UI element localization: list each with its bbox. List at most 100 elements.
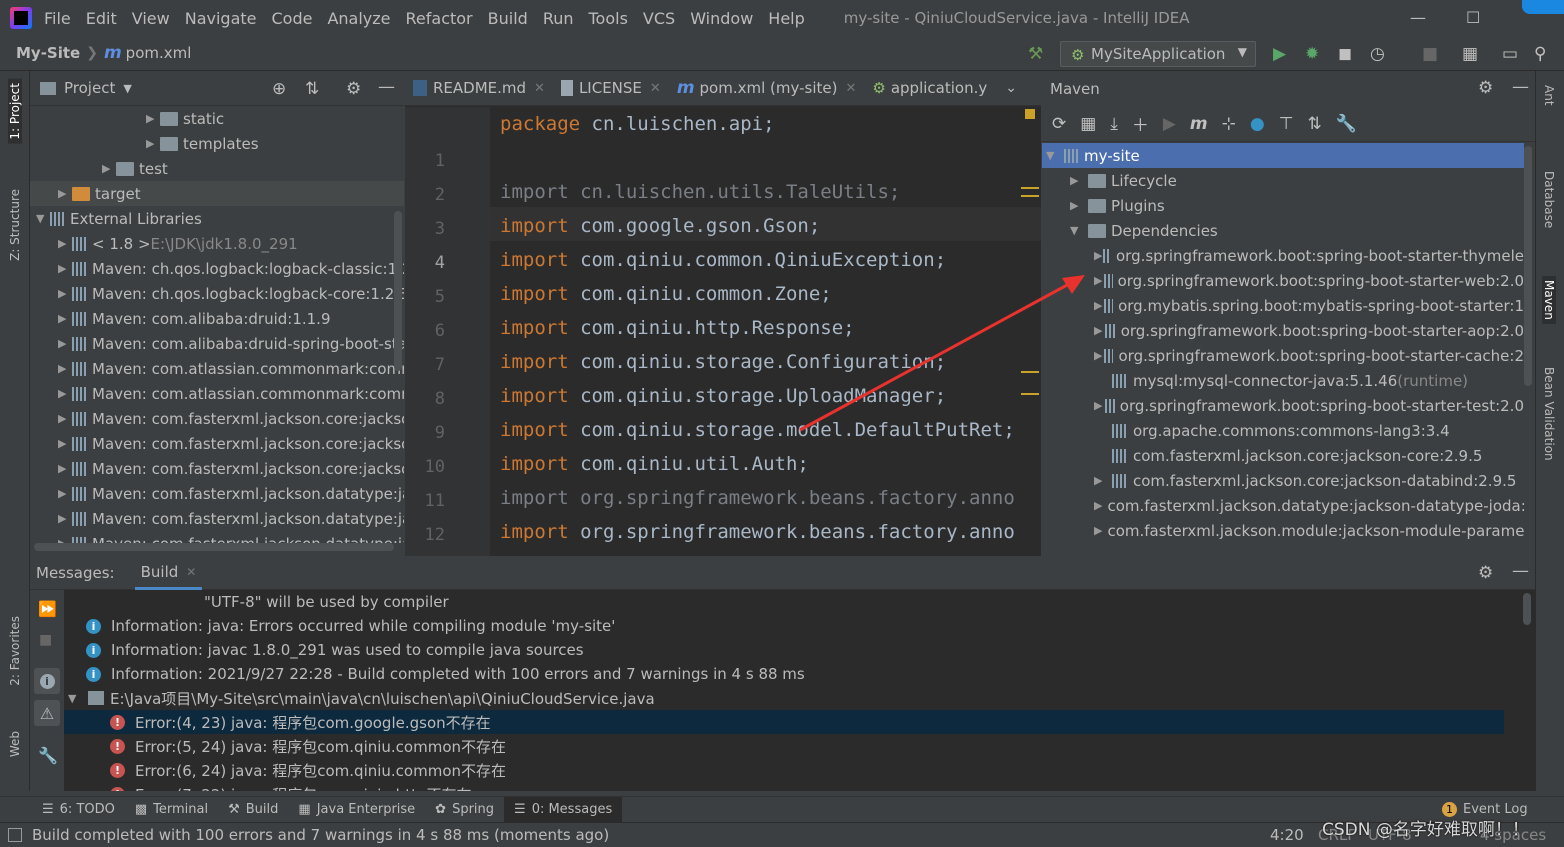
- tree-arrow-icon[interactable]: ▶: [58, 362, 72, 375]
- execute-goal-icon[interactable]: m: [1190, 114, 1208, 134]
- message-row[interactable]: i Information: java: Errors occurred whil…: [86, 614, 615, 638]
- maven-tree-row[interactable]: ▶ Lifecycle: [1042, 168, 1524, 193]
- show-dependencies-icon[interactable]: ⊤: [1279, 114, 1294, 134]
- tree-arrow-icon[interactable]: ▼: [68, 692, 82, 705]
- presentation-icon[interactable]: ▭: [1502, 44, 1518, 64]
- toolwindow-build[interactable]: ⚒ Build: [218, 797, 288, 823]
- ant-tool-button[interactable]: Ant: [1542, 85, 1556, 106]
- maven-tree-row[interactable]: ▶ org.springframework.boot:spring-boot-st…: [1042, 268, 1524, 293]
- project-tool-button[interactable]: 1: Project: [8, 79, 22, 144]
- tree-arrow-icon[interactable]: ▶: [58, 262, 72, 275]
- toolwindow-java-enterprise[interactable]: ▦ Java Enterprise: [288, 797, 425, 823]
- menu-help[interactable]: Help: [768, 9, 804, 28]
- stop-icon[interactable]: ■: [1422, 44, 1438, 64]
- debug-icon[interactable]: ✹: [1305, 44, 1319, 64]
- warning-toggle-icon[interactable]: ⚠: [34, 700, 60, 726]
- close-icon[interactable]: [1522, 0, 1564, 14]
- close-tab-icon[interactable]: ✕: [650, 81, 661, 96]
- web-tool-button[interactable]: Web: [8, 731, 22, 757]
- tree-row[interactable]: ▶ Maven: ch.qos.logback:logback-classic:1…: [58, 256, 404, 281]
- tree-arrow-icon[interactable]: ▶: [1094, 499, 1102, 512]
- maven-tree-row[interactable]: ▶ org.mybatis.spring.boot:mybatis-spring-…: [1042, 293, 1524, 318]
- hide-icon[interactable]: —: [378, 77, 395, 97]
- maven-tool-button[interactable]: Maven: [1542, 276, 1556, 324]
- maven-tree-row[interactable]: ▶ org.springframework.boot:spring-boot-st…: [1042, 243, 1524, 268]
- coverage-icon[interactable]: ◼: [1338, 44, 1352, 64]
- maven-tree-row[interactable]: ▼ my-site: [1042, 143, 1524, 168]
- maven-tree-row[interactable]: ▶ org.springframework.boot:spring-boot-st…: [1042, 343, 1524, 368]
- toolwindow-terminal[interactable]: ▩ Terminal: [125, 797, 218, 823]
- maven-tree-row[interactable]: mysql:mysql-connector-java:5.1.46 (runti…: [1042, 368, 1524, 393]
- maven-tree-row[interactable]: ▼ Dependencies: [1042, 218, 1524, 243]
- toolwindow-spring[interactable]: ✿ Spring: [425, 797, 504, 823]
- maven-scrollbar[interactable]: [1524, 146, 1532, 386]
- code-line[interactable]: import org.springframework.beans.factory…: [500, 487, 1015, 509]
- hide-icon[interactable]: —: [1512, 561, 1529, 581]
- reload-icon[interactable]: ⟳: [1052, 114, 1066, 134]
- menu-refactor[interactable]: Refactor: [406, 9, 473, 28]
- tab-license[interactable]: LICENSE ✕: [553, 71, 669, 106]
- add-icon[interactable]: ＋: [1132, 111, 1149, 136]
- close-tab-icon[interactable]: ✕: [186, 565, 196, 579]
- error-stripe-mark[interactable]: [1021, 195, 1039, 197]
- message-row[interactable]: ! Error:(6, 24) java: 程序包com.qiniu.common…: [110, 758, 506, 782]
- messages-scrollbar[interactable]: [1523, 593, 1531, 625]
- tree-arrow-icon[interactable]: ▼: [36, 212, 50, 225]
- run-configuration-select[interactable]: ⚙ MySiteApplication ▼: [1060, 41, 1256, 67]
- toggle-offline-icon[interactable]: ⊹: [1222, 114, 1236, 134]
- breadcrumb-project[interactable]: My-Site: [16, 44, 80, 62]
- tree-row[interactable]: ▶ test: [102, 156, 168, 181]
- message-row[interactable]: i Information: javac 1.8.0_291 was used t…: [86, 638, 584, 662]
- tree-arrow-icon[interactable]: ▶: [58, 337, 72, 350]
- maven-tree-row[interactable]: org.apache.commons:commons-lang3:3.4: [1042, 418, 1524, 443]
- tree-row[interactable]: ▶ Maven: com.fasterxml.jackson.core:jacks…: [58, 406, 404, 431]
- menu-window[interactable]: Window: [690, 9, 753, 28]
- tabs-overflow-chevron-icon[interactable]: ⌄: [1005, 80, 1017, 96]
- close-tab-icon[interactable]: ✕: [534, 81, 545, 96]
- tree-row[interactable]: ▶ Maven: com.fasterxml.jackson.core:jacks…: [58, 456, 404, 481]
- tree-arrow-icon[interactable]: ▶: [1070, 199, 1088, 212]
- run-icon[interactable]: ▶: [1163, 114, 1176, 134]
- code-line[interactable]: import cn.luischen.utils.TaleUtils;: [500, 181, 900, 203]
- message-row[interactable]: "UTF-8" will be used by compiler: [204, 590, 449, 614]
- tree-arrow-icon[interactable]: ▼: [1070, 224, 1088, 237]
- hide-icon[interactable]: —: [1512, 77, 1529, 97]
- tree-arrow-icon[interactable]: ▶: [146, 137, 160, 150]
- wrench-icon[interactable]: 🔧: [38, 746, 58, 765]
- tree-row[interactable]: ▶ Maven: com.fasterxml.jackson.core:jacks…: [58, 431, 404, 456]
- hammer-icon[interactable]: ⚒: [1028, 44, 1043, 64]
- maven-tree-row[interactable]: ▶ com.fasterxml.jackson.module:jackson-mo…: [1042, 518, 1524, 543]
- tree-row[interactable]: ▶ Maven: com.fasterxml.jackson.datatype:j…: [58, 481, 404, 506]
- gear-icon[interactable]: ⚙: [1478, 78, 1493, 98]
- tree-row[interactable]: ▶ static: [146, 106, 224, 131]
- code-line[interactable]: import com.google.gson.Gson;: [500, 215, 820, 237]
- tool-windows-toggle-icon[interactable]: [8, 828, 22, 842]
- tab-pom[interactable]: m pom.xml (my-site) ✕: [669, 71, 865, 106]
- tab-build[interactable]: Build ✕: [134, 557, 203, 590]
- tree-arrow-icon[interactable]: ▶: [58, 387, 72, 400]
- project-hscrollbar[interactable]: [34, 543, 394, 551]
- favorites-tool-button[interactable]: 2: Favorites: [8, 616, 22, 686]
- tree-arrow-icon[interactable]: ▶: [58, 287, 72, 300]
- breadcrumb-file[interactable]: pom.xml: [126, 44, 192, 62]
- menu-analyze[interactable]: Analyze: [327, 9, 390, 28]
- skip-tests-icon[interactable]: ●: [1250, 114, 1265, 134]
- tree-arrow-icon[interactable]: ▼: [1046, 149, 1064, 162]
- menu-build[interactable]: Build: [488, 9, 528, 28]
- bean-validation-tool-button[interactable]: Bean Validation: [1542, 367, 1556, 461]
- menu-tools[interactable]: Tools: [589, 9, 628, 28]
- menu-vcs[interactable]: VCS: [643, 9, 675, 28]
- menu-file[interactable]: File: [44, 9, 71, 28]
- chevron-down-icon[interactable]: ▼: [123, 82, 131, 95]
- maven-tree-row[interactable]: ▶ org.springframework.boot:spring-boot-st…: [1042, 318, 1524, 343]
- structure-tool-button[interactable]: Z: Structure: [8, 189, 22, 261]
- tree-arrow-icon[interactable]: ▶: [58, 437, 72, 450]
- message-row[interactable]: i Information: 2021/9/27 22:28 - Build co…: [86, 662, 805, 686]
- download-icon[interactable]: ⤓: [1110, 114, 1118, 134]
- toolwindow-messages[interactable]: ☰ 0: Messages: [504, 796, 623, 823]
- message-row[interactable]: ! Error:(5, 24) java: 程序包com.qiniu.common…: [110, 734, 506, 758]
- project-scrollbar[interactable]: [394, 211, 402, 371]
- tree-row[interactable]: ▶ Maven: com.alibaba:druid-spring-boot-st…: [58, 331, 404, 356]
- tab-readme[interactable]: README.md ✕: [405, 71, 553, 106]
- tab-application-yml[interactable]: ⚙ application.y: [864, 71, 995, 106]
